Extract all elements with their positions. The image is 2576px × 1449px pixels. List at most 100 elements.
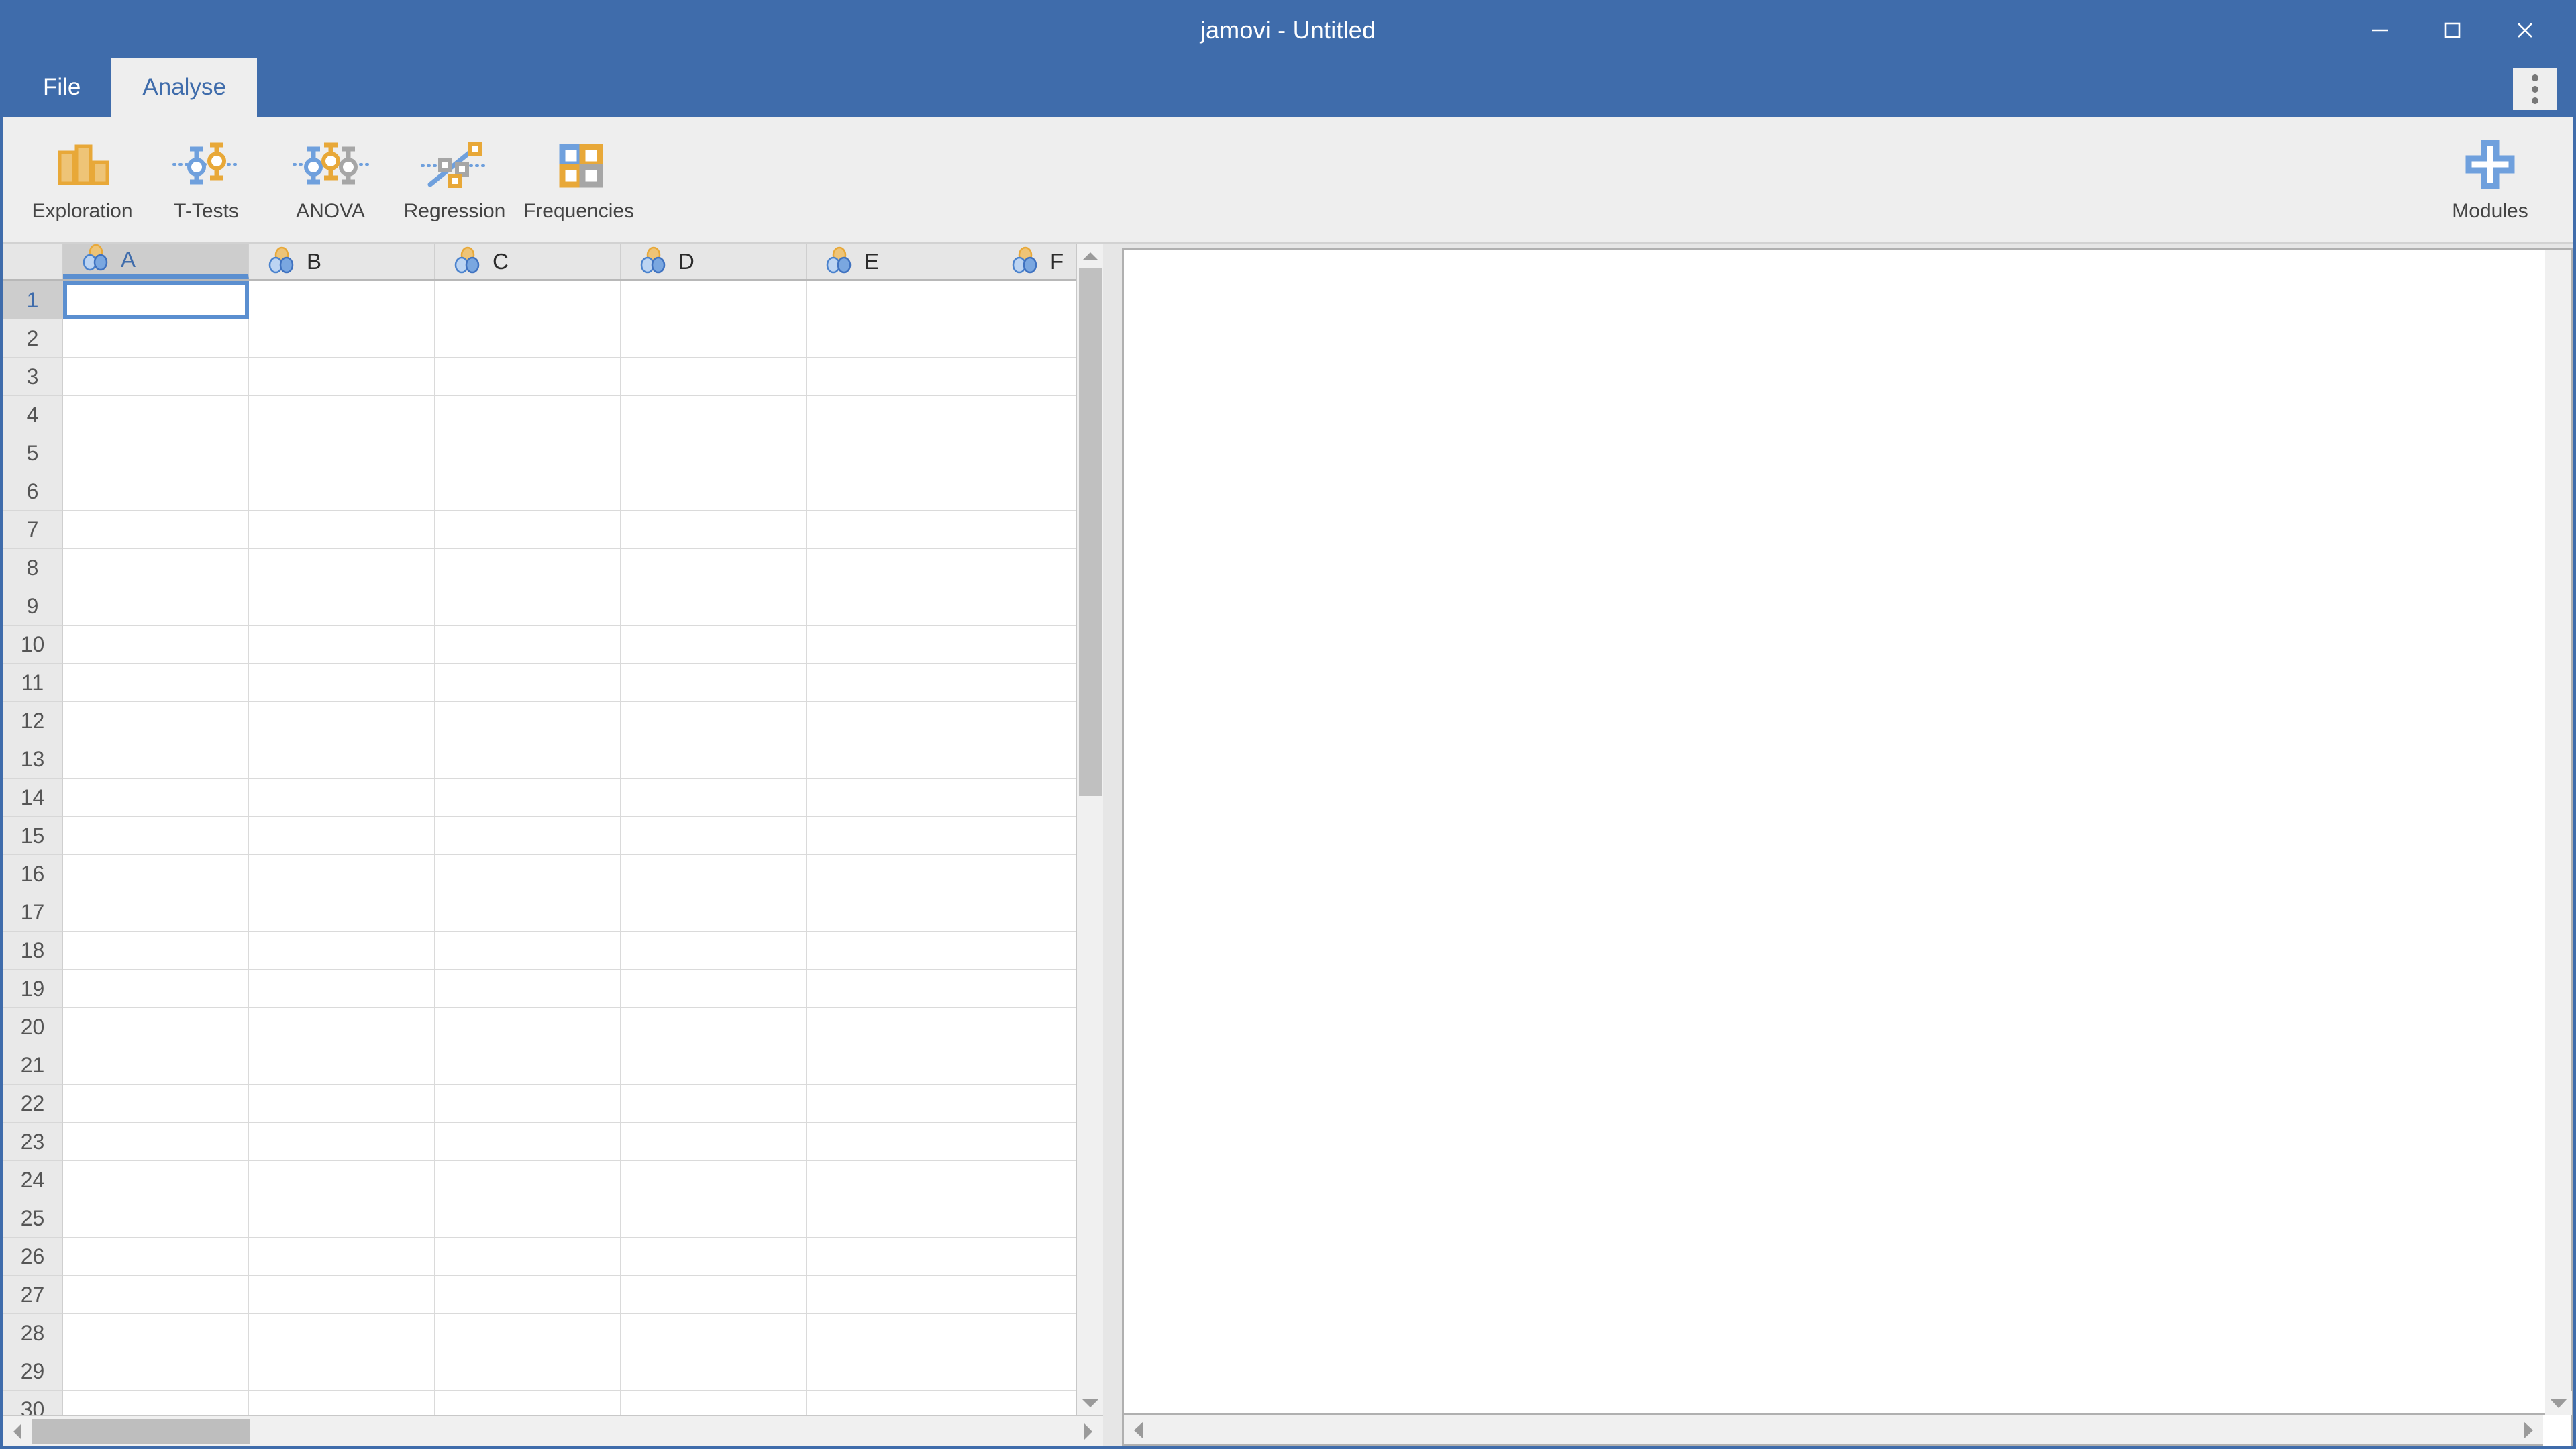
data-cell[interactable] xyxy=(807,358,992,396)
row-header[interactable]: 26 xyxy=(3,1238,63,1276)
data-cell[interactable] xyxy=(249,319,435,358)
data-cell[interactable] xyxy=(249,893,435,932)
data-cell[interactable] xyxy=(621,1046,807,1085)
data-cell[interactable] xyxy=(807,1276,992,1314)
data-cell[interactable] xyxy=(435,281,621,319)
data-cell[interactable] xyxy=(807,549,992,587)
data-cell[interactable] xyxy=(63,472,249,511)
results-horizontal-scrollbar[interactable] xyxy=(1122,1415,2573,1446)
data-cell[interactable] xyxy=(63,817,249,855)
data-cell[interactable] xyxy=(249,855,435,893)
data-cell[interactable] xyxy=(807,472,992,511)
selected-cell[interactable] xyxy=(63,281,249,319)
data-cell[interactable] xyxy=(992,319,1076,358)
data-cell[interactable] xyxy=(807,664,992,702)
data-cell[interactable] xyxy=(621,779,807,817)
data-cell[interactable] xyxy=(621,702,807,740)
data-cell[interactable] xyxy=(249,1199,435,1238)
data-cell[interactable] xyxy=(63,779,249,817)
data-cell[interactable] xyxy=(621,319,807,358)
data-cell[interactable] xyxy=(435,779,621,817)
row-header[interactable]: 24 xyxy=(3,1161,63,1199)
data-cell[interactable] xyxy=(807,281,992,319)
data-cell[interactable] xyxy=(435,664,621,702)
row-header[interactable]: 5 xyxy=(3,434,63,472)
data-cell[interactable] xyxy=(249,358,435,396)
data-cell[interactable] xyxy=(249,664,435,702)
data-cell[interactable] xyxy=(992,1352,1076,1391)
row-header[interactable]: 9 xyxy=(3,587,63,626)
data-cell[interactable] xyxy=(63,626,249,664)
data-cell[interactable] xyxy=(992,1123,1076,1161)
data-cell[interactable] xyxy=(63,1046,249,1085)
minimize-button[interactable] xyxy=(2344,6,2416,54)
data-cell[interactable] xyxy=(435,1123,621,1161)
row-header[interactable]: 3 xyxy=(3,358,63,396)
row-header[interactable]: 1 xyxy=(3,281,63,319)
data-cell[interactable] xyxy=(63,664,249,702)
data-cell[interactable] xyxy=(807,1046,992,1085)
data-cell[interactable] xyxy=(621,511,807,549)
scroll-down-arrow-icon[interactable] xyxy=(1077,1391,1104,1415)
data-cell[interactable] xyxy=(249,511,435,549)
data-cell[interactable] xyxy=(63,970,249,1008)
data-cell[interactable] xyxy=(621,817,807,855)
column-header-c[interactable]: C xyxy=(435,244,621,279)
data-cell[interactable] xyxy=(63,702,249,740)
data-cell[interactable] xyxy=(992,932,1076,970)
data-cell[interactable] xyxy=(807,511,992,549)
row-header[interactable]: 4 xyxy=(3,396,63,434)
data-cell[interactable] xyxy=(992,549,1076,587)
data-cell[interactable] xyxy=(435,1352,621,1391)
data-cell[interactable] xyxy=(807,779,992,817)
data-cell[interactable] xyxy=(992,626,1076,664)
data-cell[interactable] xyxy=(621,1238,807,1276)
data-cell[interactable] xyxy=(807,1161,992,1199)
data-cell[interactable] xyxy=(807,855,992,893)
data-cell[interactable] xyxy=(63,319,249,358)
data-cell[interactable] xyxy=(435,702,621,740)
data-cell[interactable] xyxy=(807,1352,992,1391)
data-cell[interactable] xyxy=(63,1008,249,1046)
data-cell[interactable] xyxy=(249,587,435,626)
data-cell[interactable] xyxy=(621,1008,807,1046)
data-cell[interactable] xyxy=(435,817,621,855)
data-cell[interactable] xyxy=(435,626,621,664)
data-cell[interactable] xyxy=(992,855,1076,893)
data-cell[interactable] xyxy=(249,549,435,587)
data-cell[interactable] xyxy=(621,855,807,893)
row-header[interactable]: 20 xyxy=(3,1008,63,1046)
row-header[interactable]: 2 xyxy=(3,319,63,358)
row-header[interactable]: 11 xyxy=(3,664,63,702)
data-cell[interactable] xyxy=(621,1352,807,1391)
column-header-b[interactable]: B xyxy=(249,244,435,279)
data-cell[interactable] xyxy=(992,1008,1076,1046)
data-cell[interactable] xyxy=(249,779,435,817)
data-cell[interactable] xyxy=(249,1238,435,1276)
data-cell[interactable] xyxy=(435,472,621,511)
data-cell[interactable] xyxy=(807,740,992,779)
data-cell[interactable] xyxy=(807,970,992,1008)
row-header[interactable]: 8 xyxy=(3,549,63,587)
row-header[interactable]: 29 xyxy=(3,1352,63,1391)
ribbon-button-t-tests[interactable]: T-Tests xyxy=(144,126,268,234)
data-cell[interactable] xyxy=(621,1199,807,1238)
data-cell[interactable] xyxy=(435,1046,621,1085)
row-header[interactable]: 22 xyxy=(3,1085,63,1123)
data-cell[interactable] xyxy=(249,1391,435,1415)
data-cell[interactable] xyxy=(807,1008,992,1046)
data-cell[interactable] xyxy=(249,396,435,434)
data-cell[interactable] xyxy=(435,1314,621,1352)
row-header[interactable]: 16 xyxy=(3,855,63,893)
data-cell[interactable] xyxy=(249,1123,435,1161)
ribbon-button-regression[interactable]: Regression xyxy=(393,126,517,234)
data-cell[interactable] xyxy=(63,932,249,970)
data-cell[interactable] xyxy=(992,434,1076,472)
data-cell[interactable] xyxy=(435,434,621,472)
data-cell[interactable] xyxy=(992,779,1076,817)
data-cell[interactable] xyxy=(435,396,621,434)
data-cell[interactable] xyxy=(621,396,807,434)
data-cell[interactable] xyxy=(992,1276,1076,1314)
data-cell[interactable] xyxy=(435,511,621,549)
tab-file[interactable]: File xyxy=(12,58,111,117)
